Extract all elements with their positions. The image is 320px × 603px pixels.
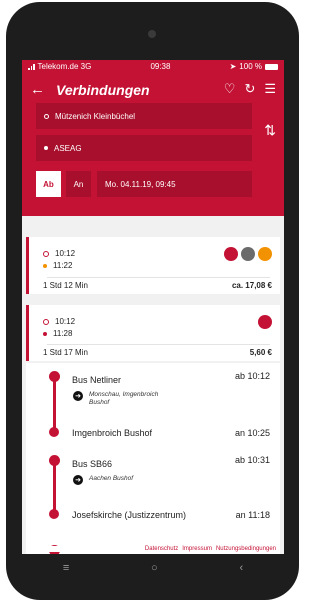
filter-icon[interactable]: ☰ xyxy=(264,81,276,97)
swap-icon[interactable]: ⇅ xyxy=(264,122,276,139)
origin-marker-icon xyxy=(43,250,49,257)
carrier: Telekom.de 3G xyxy=(37,62,92,71)
train-mode-icon xyxy=(258,247,272,261)
battery-icon xyxy=(264,63,278,70)
from-field[interactable]: Mützenich Kleinbüchel xyxy=(36,103,252,129)
leg-departure-time: ab 10:12 xyxy=(234,371,270,381)
bus-mode-icon xyxy=(224,247,238,261)
transport-modes xyxy=(258,315,272,329)
destination-marker-icon xyxy=(43,331,47,336)
divider xyxy=(47,277,270,278)
system-nav-bar: ≡ ○ ‹ xyxy=(22,556,284,580)
refresh-icon[interactable]: ↻ xyxy=(244,81,255,97)
bus-mode-icon xyxy=(258,315,272,329)
privacy-link[interactable]: Datenschutz xyxy=(145,546,178,552)
route-line xyxy=(53,461,56,515)
transport-modes xyxy=(224,247,272,261)
direction-text: Aachen Bushof xyxy=(89,475,134,482)
heart-icon[interactable]: ♡ xyxy=(224,81,236,97)
duration: 1 Std 17 Min xyxy=(43,348,88,357)
divider xyxy=(47,344,270,345)
stop-name: Imgenbroich Bushof xyxy=(72,428,153,438)
page-title: Verbindungen xyxy=(56,82,150,98)
search-panel: Mützenich Kleinbüchel ASEAG ⇅ Ab An Mo. … xyxy=(22,100,284,216)
direction-arrow-icon: ➜ xyxy=(73,475,83,485)
menu-icon[interactable]: ≡ xyxy=(63,562,69,574)
back-icon[interactable]: ‹ xyxy=(239,562,243,574)
line-name: Bus SB66 xyxy=(72,459,113,469)
line-name: Bus Netliner xyxy=(72,375,122,385)
departure-time: 10:12 xyxy=(55,249,76,258)
connection-card[interactable]: 10:12 11:28 1 Std 17 Min 5,60 € xyxy=(26,305,280,361)
direction-text: Monschau, Imgenbroich Bushof xyxy=(89,391,159,406)
price: 5,60 € xyxy=(249,348,272,357)
route-line xyxy=(53,377,56,433)
leg-arrival-time: an 11:18 xyxy=(235,510,270,520)
datetime-field[interactable]: Mo. 04.11.19, 09:45 xyxy=(97,171,252,197)
from-value: Mützenich Kleinbüchel xyxy=(55,111,136,121)
footer-links: Datenschutz Impressum Nutzungsbedingunge… xyxy=(26,546,276,552)
clock: 09:38 xyxy=(150,62,171,71)
leg-departure-time: ab 10:31 xyxy=(234,455,270,465)
departure-time: 10:12 xyxy=(55,317,76,326)
duration: 1 Std 12 Min xyxy=(43,281,88,290)
destination-marker-icon xyxy=(43,263,47,268)
camera xyxy=(148,30,156,38)
departure-toggle[interactable]: Ab xyxy=(36,171,61,197)
signal-icon xyxy=(28,63,35,70)
stop-marker-icon xyxy=(49,427,59,437)
location-icon: ➤ xyxy=(229,62,237,71)
connection-details: Bus Netliner ab 10:12 ➜ Monschau, Imgenb… xyxy=(26,363,280,554)
status-bar: Telekom.de 3G 09:38 ➤ 100 % xyxy=(22,60,284,73)
walk-mode-icon xyxy=(241,247,255,261)
to-field[interactable]: ASEAG xyxy=(36,135,252,161)
arrival-time: 11:28 xyxy=(53,329,73,338)
stop-name: Josefskirche (Justizzentrum) xyxy=(72,510,187,520)
terms-link[interactable]: Nutzungsbedingungen xyxy=(216,546,276,552)
leg-arrival-time: an 10:25 xyxy=(234,428,270,438)
destination-marker-icon xyxy=(44,146,48,150)
home-icon[interactable]: ○ xyxy=(151,562,158,574)
arrival-toggle[interactable]: An xyxy=(66,171,91,197)
app-screen: Telekom.de 3G 09:38 ➤ 100 % ← Verbindung… xyxy=(22,60,284,554)
connection-card[interactable]: 10:12 11:22 1 Std 12 Min ca. 17,08 € xyxy=(26,237,280,294)
to-value: ASEAG xyxy=(54,143,82,153)
origin-marker-icon xyxy=(43,318,49,325)
price: ca. 17,08 € xyxy=(231,281,272,290)
back-arrow-icon[interactable]: ← xyxy=(30,81,45,98)
battery-level: 100 % xyxy=(239,62,262,71)
imprint-link[interactable]: Impressum xyxy=(182,546,212,552)
arrival-time: 11:22 xyxy=(53,261,73,270)
origin-marker-icon xyxy=(44,113,49,119)
direction-arrow-icon: ➜ xyxy=(73,391,83,401)
stop-marker-icon xyxy=(49,509,59,519)
